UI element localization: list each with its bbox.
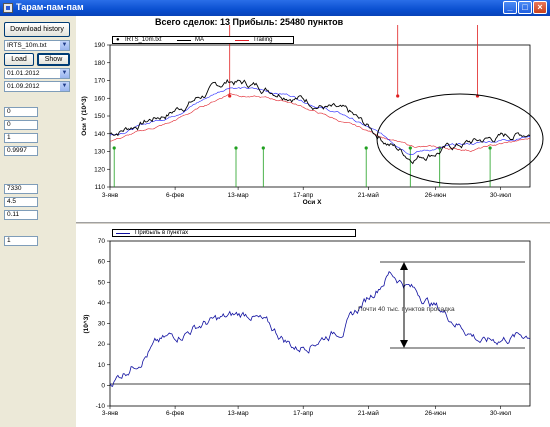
y-tick-label: 30 bbox=[98, 321, 106, 328]
x-tick-label: 17-апр bbox=[293, 410, 314, 417]
x-tick-label: 17-апр bbox=[293, 192, 314, 199]
y-tick-label: 70 bbox=[98, 238, 106, 245]
trailing-legend-label: Trailing bbox=[253, 37, 273, 43]
y-tick-label: 160 bbox=[94, 95, 105, 102]
y-tick-label: 180 bbox=[94, 60, 105, 67]
bottom-x-axis: 3-янв 6-фев 13-мар 17-апр 21-май 26-июн 30-июл bbox=[102, 406, 512, 417]
x-tick-label: 13-мар bbox=[228, 192, 249, 199]
y-tick-label: 0 bbox=[101, 382, 105, 389]
drawdown-annotation: Почти 40 тыс. пунктов просадка bbox=[358, 306, 455, 313]
y-tick-label: 110 bbox=[95, 184, 106, 191]
signal-marker bbox=[488, 146, 492, 150]
bottom-y-label: (10^3) bbox=[82, 315, 90, 334]
x-tick-label: 6-фев bbox=[166, 192, 185, 199]
x-tick-label: 3-янв bbox=[102, 410, 119, 417]
y-tick-label: 40 bbox=[98, 300, 106, 307]
price-series bbox=[109, 78, 531, 165]
bottom-y-axis: -10 0 10 20 30 40 50 60 70 bbox=[96, 238, 110, 410]
top-legend: ● IRTS_10m.txt MA Trailing bbox=[112, 36, 294, 44]
x-tick-label: 30-июл bbox=[490, 410, 512, 417]
trade-signals bbox=[112, 25, 492, 187]
y-tick-label: 50 bbox=[98, 279, 106, 286]
profit-legend-label: Прибыль в пунктах bbox=[135, 230, 189, 236]
ma-legend-swatch bbox=[177, 40, 191, 41]
y-tick-label: 190 bbox=[94, 42, 105, 49]
signal-marker bbox=[234, 146, 238, 150]
y-tick-label: 120 bbox=[94, 166, 105, 173]
arrow-down-icon bbox=[400, 340, 408, 348]
y-tick-label: 130 bbox=[94, 149, 105, 156]
price-legend-marker: ● bbox=[116, 37, 120, 43]
signal-marker bbox=[112, 146, 116, 150]
bottom-chart-frame bbox=[109, 240, 531, 407]
signal-marker bbox=[396, 94, 400, 98]
x-tick-label: 21-май bbox=[358, 409, 379, 417]
x-tick-label: 6-фев bbox=[166, 410, 185, 417]
signal-marker bbox=[364, 146, 368, 150]
top-y-label: Оси Y (10^3) bbox=[80, 96, 88, 135]
trailing-legend-swatch bbox=[235, 40, 249, 41]
bottom-legend: Прибыль в пунктах bbox=[112, 229, 356, 237]
ma-legend-label: MA bbox=[195, 37, 204, 43]
arrow-up-icon bbox=[400, 262, 408, 270]
charts-canvas: 110 120 130 140 150 160 170 180 190 3-янв 6-фев 13… bbox=[80, 25, 544, 417]
top-y-axis: 110 120 130 140 150 160 170 180 190 bbox=[94, 42, 110, 191]
x-tick-label: 3-янв bbox=[102, 192, 119, 199]
top-chart-frame bbox=[109, 44, 531, 188]
y-tick-label: 140 bbox=[94, 131, 105, 138]
y-tick-label: 170 bbox=[94, 78, 105, 85]
profit-legend-swatch bbox=[116, 233, 130, 234]
x-tick-label: 26-июн bbox=[425, 192, 447, 199]
top-x-label: Оси X bbox=[303, 199, 322, 206]
x-tick-label: 13-мар bbox=[228, 410, 249, 417]
signal-marker bbox=[408, 146, 412, 150]
y-tick-label: 20 bbox=[98, 341, 106, 348]
x-tick-label: 26-июн bbox=[425, 410, 447, 417]
y-tick-label: 150 bbox=[94, 113, 105, 120]
y-tick-label: 10 bbox=[98, 362, 106, 369]
x-tick-label: 30-июл bbox=[490, 192, 512, 199]
y-tick-label: 60 bbox=[98, 259, 106, 266]
profit-series bbox=[109, 271, 531, 387]
signal-marker bbox=[228, 94, 232, 98]
y-tick-label: -10 bbox=[96, 403, 106, 410]
top-x-axis: 3-янв 6-фев 13-мар 17-апр 21-май 26-июн 30-июл bbox=[102, 187, 512, 199]
trailing-series bbox=[109, 93, 531, 152]
signal-marker bbox=[261, 146, 265, 150]
x-tick-label: 21-май bbox=[358, 191, 379, 199]
price-legend-label: IRTS_10m.txt bbox=[125, 37, 162, 43]
